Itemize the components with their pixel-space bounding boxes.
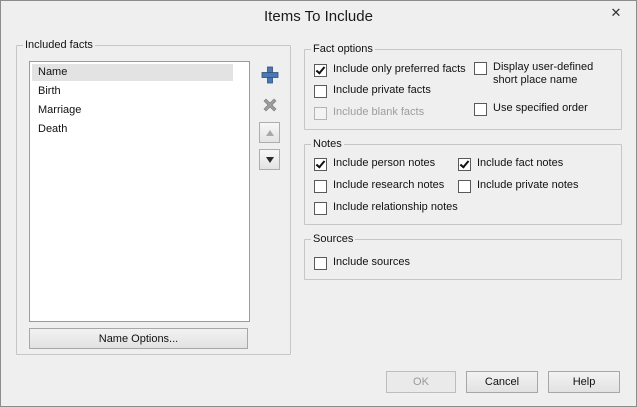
list-item[interactable]: Name bbox=[32, 64, 233, 81]
included-facts-legend: Included facts bbox=[25, 39, 93, 51]
checkbox-box[interactable] bbox=[474, 62, 487, 75]
checkbox-box[interactable] bbox=[474, 103, 487, 116]
title-bar: Items To Include ✕ bbox=[1, 1, 636, 31]
close-icon: ✕ bbox=[610, 5, 622, 20]
checkbox-label: Include private notes bbox=[477, 179, 579, 191]
checkbox-label: Include person notes bbox=[333, 157, 436, 169]
move-up-button[interactable] bbox=[259, 122, 280, 143]
add-fact-button[interactable] bbox=[259, 64, 280, 85]
checkbox-label: Include sources bbox=[333, 256, 411, 268]
person-notes-checkbox[interactable]: Include person notes bbox=[314, 157, 435, 171]
checkbox-label: Include only preferred facts bbox=[333, 63, 466, 75]
checkbox-label: Include fact notes bbox=[477, 157, 564, 169]
research-notes-checkbox[interactable]: Include research notes bbox=[314, 179, 444, 193]
list-item[interactable]: Death bbox=[32, 121, 233, 138]
cancel-button[interactable]: Cancel bbox=[466, 371, 538, 393]
remove-fact-button[interactable] bbox=[259, 94, 280, 115]
list-item[interactable]: Birth bbox=[32, 83, 233, 100]
private-facts-checkbox[interactable]: Include private facts bbox=[314, 84, 431, 98]
checkbox-label-line: Display user-defined bbox=[493, 61, 594, 73]
checkbox-label: Display user-defined short place name bbox=[493, 61, 593, 87]
checkbox-box[interactable] bbox=[458, 158, 471, 171]
checkbox-box[interactable] bbox=[314, 202, 327, 215]
list-item[interactable]: Marriage bbox=[32, 102, 233, 119]
checkbox-label: Include blank facts bbox=[333, 106, 425, 118]
only-preferred-facts-checkbox[interactable]: Include only preferred facts bbox=[314, 63, 466, 77]
checkbox-label: Include research notes bbox=[333, 179, 445, 191]
blank-facts-checkbox[interactable]: Include blank facts bbox=[314, 106, 424, 120]
private-notes-checkbox[interactable]: Include private notes bbox=[458, 179, 579, 193]
checkbox-box[interactable] bbox=[458, 180, 471, 193]
included-facts-list[interactable]: Name Birth Marriage Death bbox=[29, 61, 250, 322]
checkbox-box[interactable] bbox=[314, 180, 327, 193]
sources-legend: Sources bbox=[313, 233, 354, 245]
relationship-notes-checkbox[interactable]: Include relationship notes bbox=[314, 201, 458, 215]
checkbox-box bbox=[314, 107, 327, 120]
arrow-up-icon bbox=[265, 129, 274, 136]
checkbox-label: Include private facts bbox=[333, 84, 431, 96]
fact-notes-checkbox[interactable]: Include fact notes bbox=[458, 157, 563, 171]
move-down-button[interactable] bbox=[259, 149, 280, 170]
checkbox-label: Use specified order bbox=[493, 102, 588, 114]
include-sources-checkbox[interactable]: Include sources bbox=[314, 256, 410, 270]
checkbox-label: Include relationship notes bbox=[333, 201, 458, 213]
name-options-button[interactable]: Name Options... bbox=[29, 328, 248, 349]
dialog-title: Items To Include bbox=[264, 8, 373, 25]
help-button[interactable]: Help bbox=[548, 371, 620, 393]
fact-options-legend: Fact options bbox=[313, 43, 373, 55]
items-to-include-dialog: Items To Include ✕ Included facts Name B… bbox=[0, 0, 637, 407]
notes-legend: Notes bbox=[313, 138, 342, 150]
arrow-down-icon bbox=[265, 156, 274, 163]
short-place-name-checkbox[interactable]: Display user-defined short place name bbox=[474, 61, 593, 87]
close-button[interactable]: ✕ bbox=[602, 4, 630, 22]
checkbox-box[interactable] bbox=[314, 85, 327, 98]
plus-icon bbox=[261, 66, 278, 83]
specified-order-checkbox[interactable]: Use specified order bbox=[474, 102, 588, 116]
checkbox-box[interactable] bbox=[314, 158, 327, 171]
checkbox-box[interactable] bbox=[314, 64, 327, 77]
x-icon bbox=[263, 98, 276, 111]
checkbox-label-line: short place name bbox=[493, 74, 578, 86]
ok-button[interactable]: OK bbox=[386, 371, 456, 393]
checkbox-box[interactable] bbox=[314, 257, 327, 270]
